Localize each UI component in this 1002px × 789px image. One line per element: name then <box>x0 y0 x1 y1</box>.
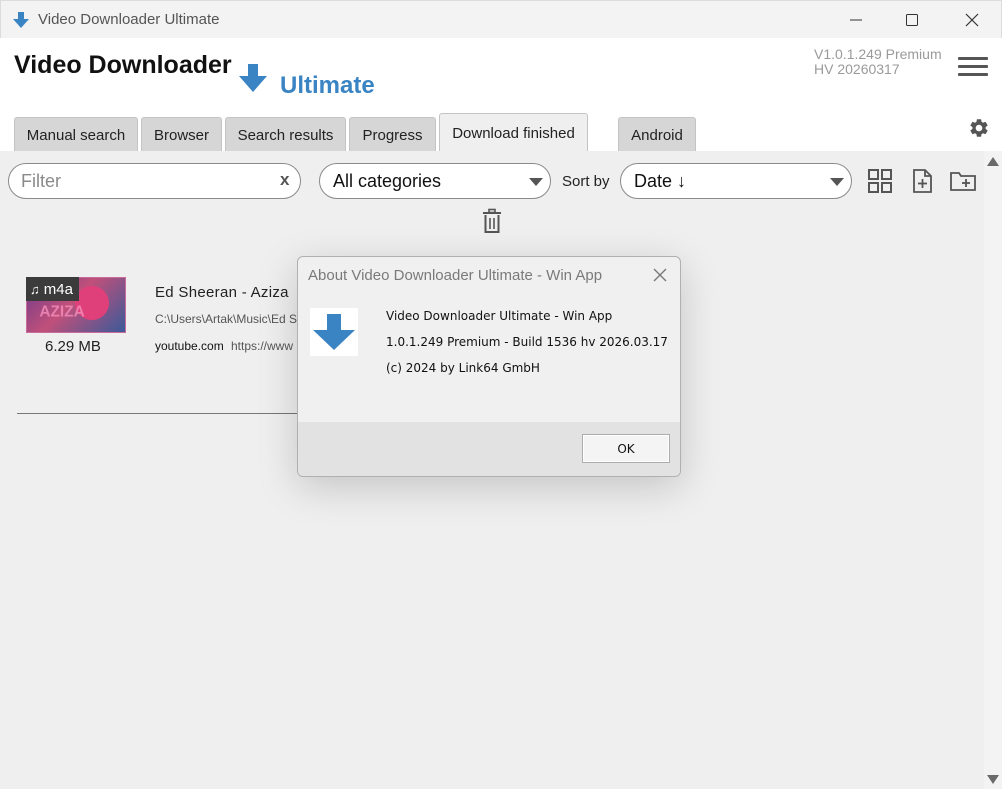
about-dialog: About Video Downloader Ultimate - Win Ap… <box>297 256 681 477</box>
file-title[interactable]: Ed Sheeran - Aziza <box>155 284 289 301</box>
gear-icon[interactable] <box>968 117 990 139</box>
tab-progress[interactable]: Progress <box>349 117 436 152</box>
about-app-name: Video Downloader Ultimate - Win App <box>386 309 613 323</box>
item-divider <box>17 413 317 414</box>
vertical-scrollbar[interactable] <box>984 151 1002 789</box>
about-version: 1.0.1.249 Premium - Build 1536 hv 2026.0… <box>386 335 668 349</box>
filter-field: x <box>8 163 301 199</box>
maximize-button[interactable] <box>883 1 941 39</box>
minimize-icon <box>850 19 862 21</box>
about-copyright: (c) 2024 by Link64 GmbH <box>386 361 540 375</box>
download-arrow-icon <box>239 64 267 92</box>
format-label: m4a <box>43 280 73 298</box>
file-source: youtube.com <box>155 339 224 353</box>
version-line: V1.0.1.249 Premium <box>814 46 942 62</box>
file-size: 6.29 MB <box>45 338 101 355</box>
thumbnail-text: AZIZA <box>39 304 84 321</box>
tab-browser[interactable]: Browser <box>141 117 222 152</box>
tab-manual-search[interactable]: Manual search <box>14 117 138 152</box>
dialog-title: About Video Downloader Ultimate - Win Ap… <box>308 267 603 284</box>
hv-line: HV 20260317 <box>814 61 900 77</box>
file-path[interactable]: C:\Users\Artak\Music\Ed S <box>155 312 297 326</box>
grid-view-icon[interactable] <box>866 167 894 195</box>
close-icon <box>965 13 979 27</box>
sort-value: Date ↓ <box>634 171 687 191</box>
tab-android[interactable]: Android <box>618 117 696 152</box>
version-info: V1.0.1.249 Premium HV 20260317 <box>814 47 942 77</box>
download-arrow-icon <box>13 12 29 28</box>
tab-download-finished[interactable]: Download finished <box>439 113 588 152</box>
scroll-down-icon[interactable] <box>987 775 999 784</box>
music-note-icon: ♫ <box>30 281 40 297</box>
add-file-icon[interactable] <box>908 167 936 195</box>
sort-label: Sort by <box>562 173 610 190</box>
category-select[interactable]: All categories <box>319 163 551 199</box>
app-subtitle: Ultimate <box>280 72 375 99</box>
chevron-down-icon <box>830 178 844 186</box>
maximize-icon <box>906 14 918 26</box>
add-folder-icon[interactable] <box>949 167 977 195</box>
file-url[interactable]: https://www <box>231 339 293 353</box>
format-badge: ♫ m4a <box>26 277 79 301</box>
minimize-button[interactable] <box>827 1 885 39</box>
app-title: Video Downloader <box>14 51 232 79</box>
category-value: All categories <box>333 171 442 191</box>
ok-button[interactable]: OK <box>582 434 670 463</box>
download-arrow-icon <box>310 308 358 356</box>
clear-filter-button[interactable]: x <box>280 170 289 190</box>
title-bar: Video Downloader Ultimate <box>0 0 1002 38</box>
hamburger-menu-icon[interactable] <box>958 57 988 77</box>
sort-select[interactable]: Date ↓ <box>620 163 852 199</box>
filter-input[interactable] <box>21 169 271 193</box>
close-button[interactable] <box>943 1 1001 39</box>
trash-icon[interactable] <box>481 208 503 234</box>
chevron-down-icon <box>529 178 543 186</box>
window-title: Video Downloader Ultimate <box>38 11 220 28</box>
scroll-up-icon[interactable] <box>987 157 999 166</box>
tab-search-results[interactable]: Search results <box>225 117 346 152</box>
close-icon[interactable] <box>652 267 668 283</box>
